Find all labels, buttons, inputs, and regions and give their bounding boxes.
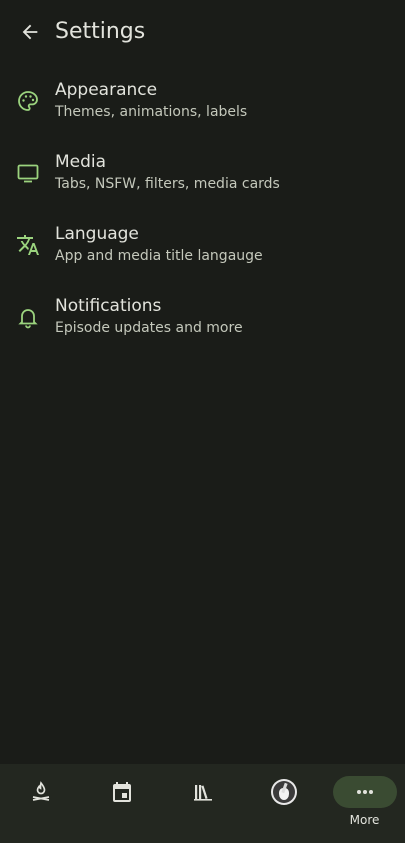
palette-icon [15, 88, 41, 114]
settings-item-subtitle: Themes, animations, labels [55, 104, 248, 120]
settings-item-subtitle: Tabs, NSFW, filters, media cards [55, 176, 280, 192]
settings-item-subtitle: Episode updates and more [55, 320, 243, 336]
translate-icon [15, 232, 41, 258]
settings-item-title: Media [55, 152, 107, 172]
nav-item-calendar[interactable] [81, 764, 162, 843]
library-icon [193, 785, 212, 801]
bell-icon [15, 304, 41, 330]
nav-label-more: More [349, 813, 380, 827]
settings-screen: Settings Appearance Themes, animations, … [0, 0, 405, 843]
page-title: Settings [55, 19, 146, 44]
bottom-navigation: More [0, 764, 405, 843]
settings-item-title: Language [55, 224, 139, 244]
campfire-icon [32, 781, 49, 801]
settings-item-title: Notifications [55, 296, 162, 316]
nav-item-library[interactable] [162, 764, 243, 843]
settings-item-media[interactable]: Media Tabs, NSFW, filters, media cards [0, 144, 405, 216]
nav-item-profile[interactable] [243, 764, 324, 843]
settings-item-appearance[interactable]: Appearance Themes, animations, labels [0, 72, 405, 144]
arrow-back-icon [22, 24, 38, 40]
settings-list: Appearance Themes, animations, labels Me… [0, 72, 405, 360]
settings-item-title: Appearance [55, 80, 158, 100]
calendar-icon [112, 782, 131, 802]
settings-item-language[interactable]: Language App and media title langauge [0, 216, 405, 288]
nav-item-more[interactable]: More [324, 764, 405, 843]
nav-item-home[interactable] [0, 764, 81, 843]
settings-item-notifications[interactable]: Notifications Episode updates and more [0, 288, 405, 360]
more-horizontal-icon [356, 790, 373, 794]
tv-icon [15, 160, 41, 186]
top-app-bar: Settings [0, 0, 405, 64]
back-button[interactable] [12, 14, 48, 50]
settings-item-subtitle: App and media title langauge [55, 248, 263, 264]
avatar [270, 779, 297, 805]
